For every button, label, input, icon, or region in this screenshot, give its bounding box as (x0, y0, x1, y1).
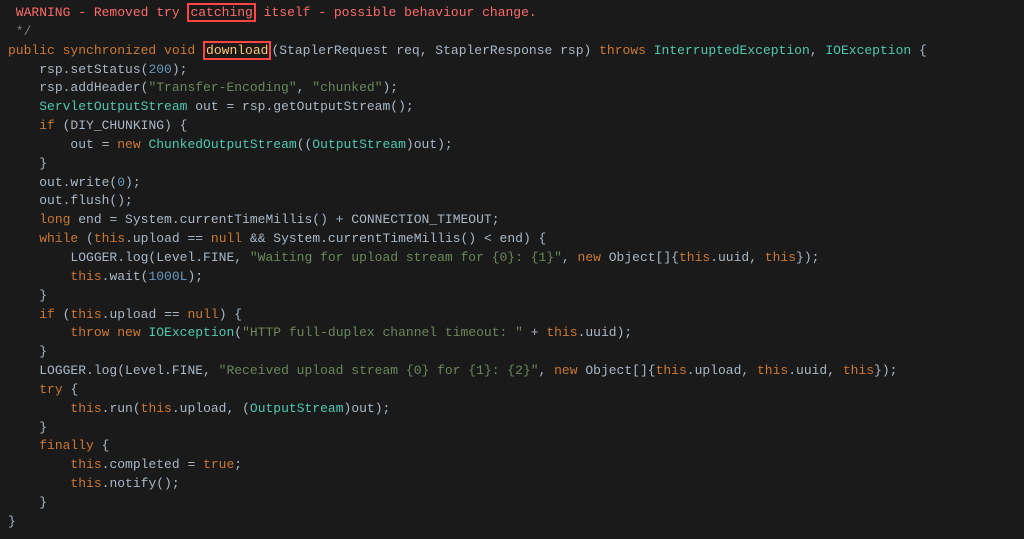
line-26: this.notify(); (8, 475, 1016, 494)
line-download-sig: public synchronized void download(Staple… (8, 42, 1016, 61)
line-16: } (8, 287, 1016, 306)
line-13: while (this.upload == null && System.cur… (8, 230, 1016, 249)
line-warning: WARNING - Removed try catching itself - … (8, 4, 1016, 23)
line-18: throw new IOException("HTTP full-duplex … (8, 324, 1016, 343)
line-22: this.run(this.upload, (OutputStream)out)… (8, 400, 1016, 419)
line-28: } (8, 513, 1016, 532)
line-finally: finally { (8, 437, 1016, 456)
line-10: out.write(0); (8, 174, 1016, 193)
line-23: } (8, 419, 1016, 438)
line-8: out = new ChunkedOutputStream((OutputStr… (8, 136, 1016, 155)
line-6: ServletOutputStream out = rsp.getOutputS… (8, 98, 1016, 117)
code-viewer: WARNING - Removed try catching itself - … (0, 0, 1024, 539)
line-4: rsp.setStatus(200); (8, 61, 1016, 80)
line-25: this.completed = true; (8, 456, 1016, 475)
line-15: this.wait(1000L); (8, 268, 1016, 287)
line-blank-1 (8, 532, 1016, 539)
line-12: long end = System.currentTimeMillis() + … (8, 211, 1016, 230)
line-17: if (this.upload == null) { (8, 306, 1016, 325)
line-19: } (8, 343, 1016, 362)
line-comment: */ (8, 23, 1016, 42)
line-9: } (8, 155, 1016, 174)
line-11: out.flush(); (8, 192, 1016, 211)
line-5: rsp.addHeader("Transfer-Encoding", "chun… (8, 79, 1016, 98)
line-27: } (8, 494, 1016, 513)
line-20: LOGGER.log(Level.FINE, "Received upload … (8, 362, 1016, 381)
line-21: try { (8, 381, 1016, 400)
line-7: if (DIY_CHUNKING) { (8, 117, 1016, 136)
line-14: LOGGER.log(Level.FINE, "Waiting for uplo… (8, 249, 1016, 268)
